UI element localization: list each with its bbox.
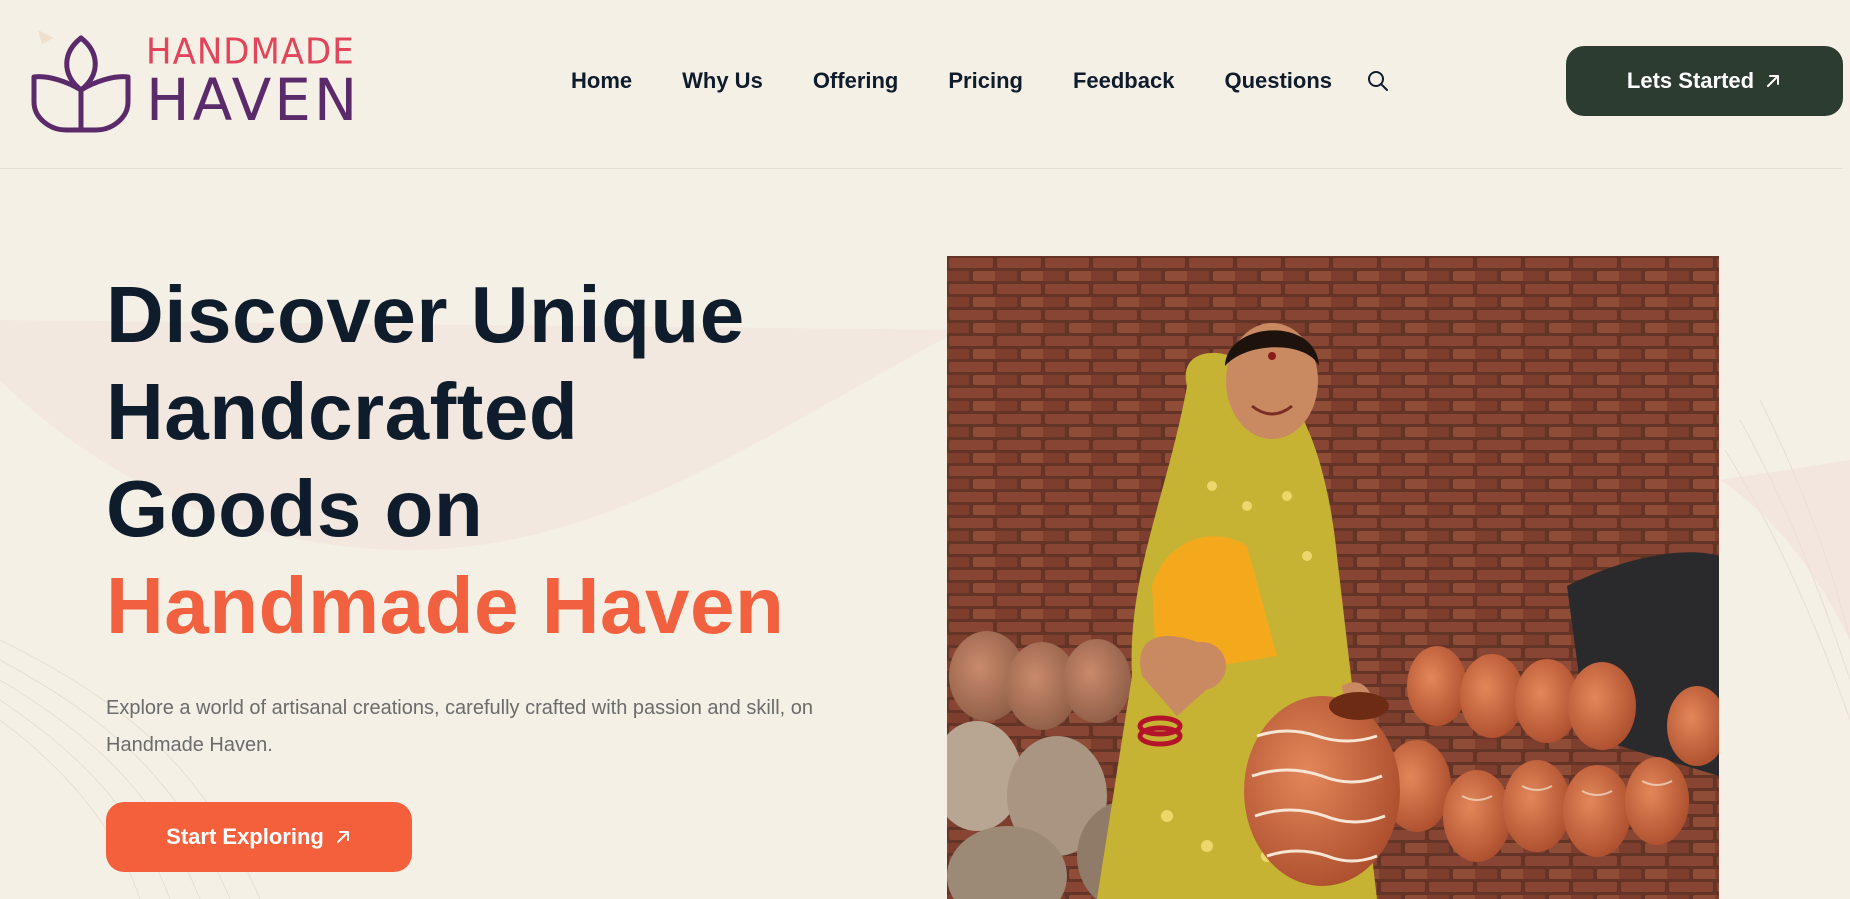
start-exploring-button[interactable]: Start Exploring [106, 802, 412, 872]
brand-logo[interactable]: HANDMADE HAVEN [28, 30, 357, 134]
nav-item-pricing[interactable]: Pricing [948, 68, 1023, 94]
lotus-logo-icon [31, 30, 131, 133]
arrow-up-right-icon [1767, 75, 1780, 87]
nav-item-home[interactable]: Home [571, 68, 632, 94]
hero-title-line: Goods on [106, 464, 484, 553]
lets-started-button[interactable]: Lets Started [1566, 46, 1843, 116]
brand-name-line1: HANDMADE [146, 31, 355, 74]
hero-photo-illustration [947, 256, 1719, 899]
lets-started-label: Lets Started [1626, 68, 1755, 93]
hero-photo-artisan-with-pottery [947, 256, 1719, 899]
nav-item-questions[interactable]: Questions [1224, 68, 1332, 94]
brand-name-line2: HAVEN [146, 66, 361, 134]
hero-title-line: Discover Unique [106, 270, 745, 359]
main-nav: Home Why Us Offering Pricing Feedback Qu… [571, 64, 1390, 98]
nav-item-why-us[interactable]: Why Us [682, 68, 763, 94]
site-header: HANDMADE HAVEN Home Why Us Offering Pric… [0, 0, 1850, 170]
hero-title-line: Handcrafted [106, 367, 579, 456]
nav-item-offering[interactable]: Offering [813, 68, 899, 94]
start-exploring-label: Start Exploring [166, 824, 324, 849]
arrow-up-right-icon [336, 831, 349, 843]
hero-title-accent: Handmade Haven [106, 561, 785, 650]
hero-title: Discover Unique Handcrafted Goods on Han… [106, 266, 866, 654]
nav-item-feedback[interactable]: Feedback [1073, 68, 1175, 94]
header-divider [0, 168, 1843, 169]
search-icon[interactable] [1366, 69, 1390, 93]
hero-description: Explore a world of artisanal creations, … [106, 697, 814, 756]
